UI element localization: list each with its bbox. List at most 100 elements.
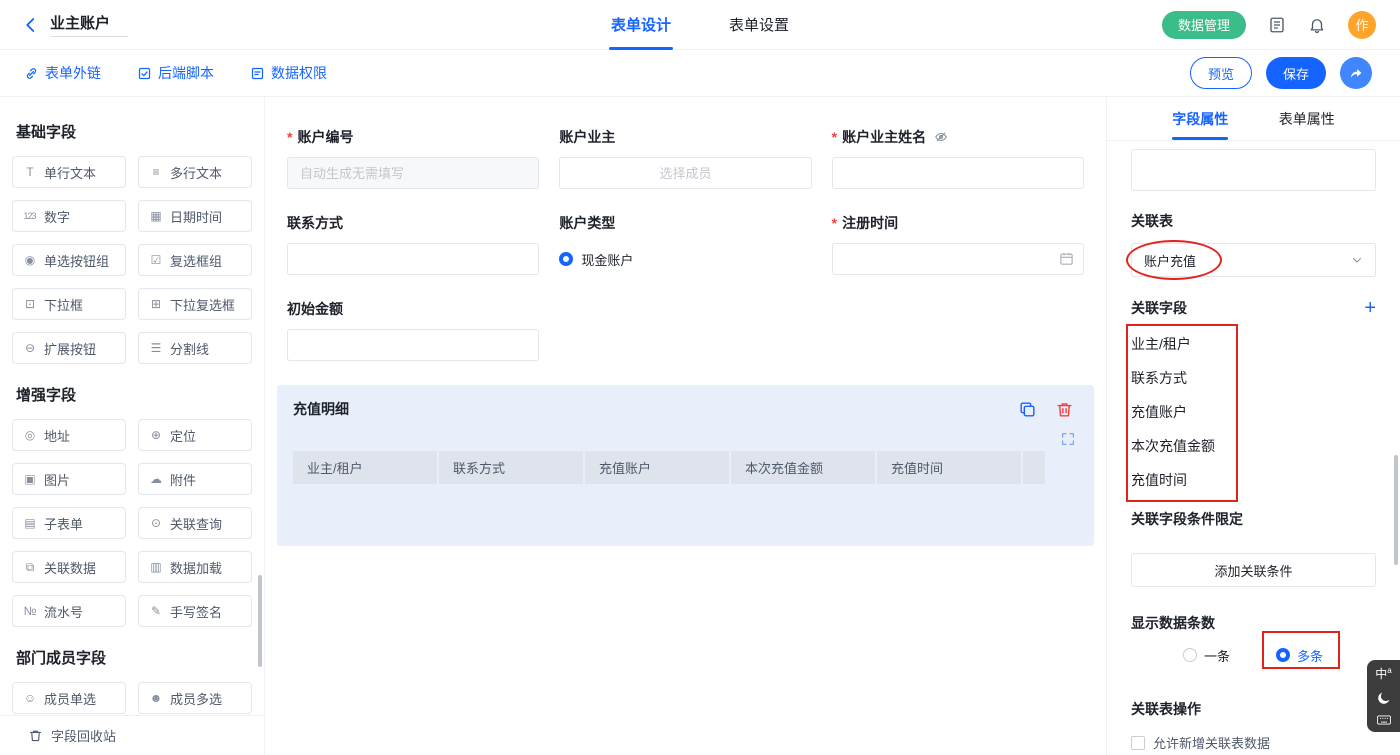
form-area: *账户编号 账户业主 * 账户业主姓名 联系方式	[265, 97, 1106, 361]
field-type-label: 多行文本	[170, 163, 222, 182]
save-button[interactable]: 保存	[1266, 57, 1326, 89]
radio-selected-icon	[1276, 648, 1290, 662]
subtable-col-account[interactable]: 充值账户	[585, 451, 731, 484]
field-type-signature[interactable]: ✎手写签名	[138, 595, 252, 627]
field-account-type[interactable]: 账户类型 现金账户	[559, 213, 811, 275]
field-type-radio-group[interactable]: ◉单选按钮组	[12, 244, 126, 276]
data-permission-link[interactable]: 数据权限	[250, 63, 327, 83]
initial-amount-input[interactable]	[287, 329, 539, 361]
register-time-input[interactable]	[832, 243, 1084, 275]
moon-theme-icon[interactable]	[1376, 690, 1392, 706]
display-count-options: 一条 多条	[1131, 645, 1376, 665]
datetime-icon: ▦	[148, 209, 163, 223]
calendar-icon[interactable]	[1059, 251, 1074, 266]
related-field-item[interactable]: 充值时间	[1131, 463, 1376, 497]
field-type-related-query[interactable]: ⊙ 关联查询	[138, 507, 252, 539]
field-account-no[interactable]: *账户编号	[287, 127, 539, 189]
field-type-member-single[interactable]: ☺成员单选	[12, 682, 126, 714]
field-type-label: 关联查询	[170, 514, 222, 533]
back-icon[interactable]	[22, 16, 40, 34]
account-owner-input[interactable]	[559, 157, 811, 189]
checkbox-unchecked-icon[interactable]	[1131, 736, 1145, 750]
field-account-owner[interactable]: 账户业主	[559, 127, 811, 189]
subtable-col-owner[interactable]: 业主/租户	[293, 451, 439, 484]
add-related-field-icon[interactable]: +	[1364, 298, 1376, 318]
related-field-item[interactable]: 本次充值金额	[1131, 429, 1376, 463]
keyboard-icon[interactable]	[1377, 715, 1391, 725]
field-type-label: 下拉框	[44, 295, 83, 314]
subtable-actions	[1018, 400, 1078, 419]
field-type-subform[interactable]: ▤子表单	[12, 507, 126, 539]
add-condition-button[interactable]: 添加关联条件	[1131, 553, 1376, 587]
field-type-attachment[interactable]: ☁附件	[138, 463, 252, 495]
attachment-icon: ☁	[148, 472, 163, 486]
radio-option-multiple[interactable]: 多条	[1276, 645, 1323, 665]
avatar[interactable]: 作	[1348, 11, 1376, 39]
field-type-serial-number[interactable]: №流水号	[12, 595, 126, 627]
field-type-address[interactable]: ◎地址	[12, 419, 126, 451]
field-type-dropdown-multi[interactable]: ⊞下拉复选框	[138, 288, 252, 320]
subtable-col-time[interactable]: 充值时间	[877, 451, 1023, 484]
delete-trash-icon[interactable]	[1055, 400, 1074, 419]
related-field-item[interactable]: 业主/租户	[1131, 327, 1376, 361]
field-type-datetime[interactable]: ▦日期时间	[138, 200, 252, 232]
language-toggle[interactable]: 中a	[1375, 667, 1391, 680]
preview-button[interactable]: 预览	[1190, 57, 1252, 89]
ime-theme-widget: 中a	[1367, 660, 1400, 732]
field-type-extend-button[interactable]: ⊖扩展按钮	[12, 332, 126, 364]
subtable-col-amount[interactable]: 本次充值金额	[731, 451, 877, 484]
field-type-member-multi[interactable]: ☻成员多选	[138, 682, 252, 714]
field-contact[interactable]: 联系方式	[287, 213, 539, 275]
notification-bell-icon[interactable]	[1308, 16, 1326, 34]
language-primary: 中	[1375, 667, 1387, 681]
tab-form-properties[interactable]: 表单属性	[1254, 97, 1361, 140]
field-type-label: 成员多选	[170, 689, 222, 708]
radio-unselected-icon	[1183, 648, 1197, 662]
recycle-bin-icon	[28, 728, 43, 743]
tab-form-design[interactable]: 表单设计	[611, 0, 671, 50]
field-register-time[interactable]: *注册时间	[832, 213, 1084, 275]
field-owner-name[interactable]: * 账户业主姓名	[832, 127, 1084, 189]
allow-add-checkbox-row[interactable]: 允许新增关联表数据	[1131, 733, 1376, 752]
field-type-image[interactable]: ▣图片	[12, 463, 126, 495]
panel-scrollbar[interactable]	[1394, 455, 1398, 565]
tab-field-properties[interactable]: 字段属性	[1147, 97, 1254, 140]
radio-selected-icon[interactable]	[559, 252, 573, 266]
radio-option-single[interactable]: 一条	[1183, 645, 1230, 665]
external-link-icon	[24, 66, 39, 81]
main-tabs: 表单设计 表单设置	[611, 0, 789, 50]
panel-top-input[interactable]	[1131, 149, 1376, 191]
field-type-geolocation[interactable]: ⊕定位	[138, 419, 252, 451]
field-initial-amount[interactable]: 初始金额	[287, 299, 539, 361]
field-type-multi-line-text[interactable]: ≡多行文本	[138, 156, 252, 188]
account-no-input[interactable]	[287, 157, 539, 189]
subtable-recharge-detail[interactable]: 充值明细 业主/租户 联系方式 充值账户 本次充值金额 充值时间	[277, 385, 1094, 546]
share-button[interactable]	[1340, 57, 1372, 89]
subtable-col-contact[interactable]: 联系方式	[439, 451, 585, 484]
field-type-data-load[interactable]: ▥数据加载	[138, 551, 252, 583]
form-external-link[interactable]: 表单外链	[24, 63, 101, 83]
copy-icon[interactable]	[1018, 400, 1037, 419]
owner-name-input[interactable]	[832, 157, 1084, 189]
field-recycle-bin[interactable]: 字段回收站	[0, 715, 264, 755]
address-icon: ◎	[22, 428, 37, 442]
related-query-icon: ⊙	[148, 516, 163, 530]
expand-fullscreen-icon[interactable]	[1060, 431, 1076, 447]
field-type-checkbox-group[interactable]: ☑复选框组	[138, 244, 252, 276]
data-manage-button[interactable]: 数据管理	[1162, 11, 1246, 39]
field-type-dropdown[interactable]: ⊡下拉框	[12, 288, 126, 320]
tab-form-settings[interactable]: 表单设置	[729, 0, 789, 50]
field-type-single-line-text[interactable]: T单行文本	[12, 156, 126, 188]
contact-input[interactable]	[287, 243, 539, 275]
related-table-select[interactable]: 账户充值	[1131, 243, 1376, 277]
field-type-divider[interactable]: ☰分割线	[138, 332, 252, 364]
field-type-label: 定位	[170, 426, 196, 445]
backend-script-link[interactable]: 后端脚本	[137, 63, 214, 83]
field-type-related-data[interactable]: ⧉关联数据	[12, 551, 126, 583]
recycle-bin-label: 字段回收站	[51, 726, 116, 745]
field-type-number[interactable]: 123数字	[12, 200, 126, 232]
related-field-item[interactable]: 充值账户	[1131, 395, 1376, 429]
sidebar-scrollbar[interactable]	[258, 575, 262, 667]
related-field-item[interactable]: 联系方式	[1131, 361, 1376, 395]
log-journal-icon[interactable]	[1268, 16, 1286, 34]
